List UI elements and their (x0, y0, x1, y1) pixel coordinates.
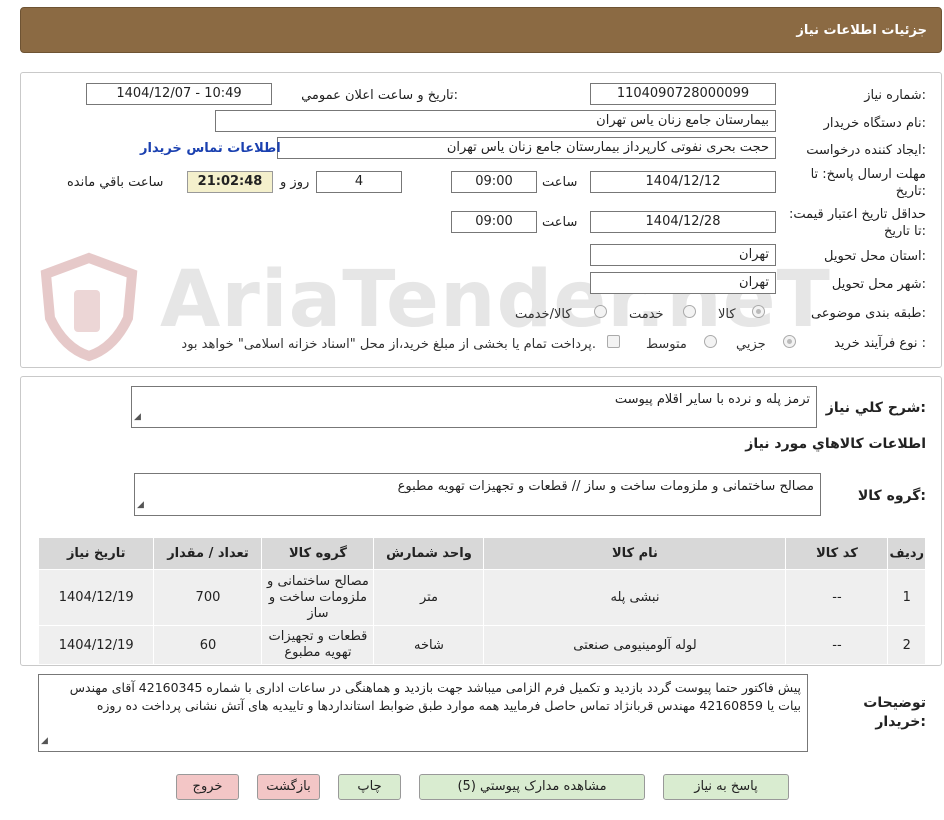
description-text: ترمز پله و نرده با سایر اقلام پیوست (614, 392, 810, 407)
validity-time-label: ساعت (542, 215, 578, 230)
deadline-time-field: 09:00 (451, 171, 537, 193)
page-header: جزئیات اطلاعات نیاز (20, 7, 942, 53)
exit-button[interactable]: خروج (176, 774, 239, 800)
category-both-radio[interactable] (594, 305, 607, 318)
col-unit: واحد شمارش (373, 537, 485, 570)
creator-label: ایجاد کننده درخواست: (806, 143, 926, 158)
cell-code: -- (785, 625, 889, 665)
goods-group-text: مصالح ساختمانی و ملزومات ساخت و ساز // ق… (397, 479, 814, 494)
back-button[interactable]: بازگشت (257, 774, 320, 800)
validity-label: حداقل تاریخ اعتبار قیمت: تا تاریخ: (788, 207, 926, 239)
need-number-label: شماره نیاز: (864, 88, 926, 103)
days-field: 4 (316, 171, 402, 193)
validity-time-field: 09:00 (451, 211, 537, 233)
reply-button[interactable]: پاسخ به نیاز (663, 774, 789, 800)
city-label: شهر محل تحویل: (831, 277, 926, 292)
deadline-label: مهلت ارسال پاسخ: تا تاریخ: (810, 167, 926, 199)
page-title: جزئیات اطلاعات نیاز (796, 23, 927, 38)
category-service-radio[interactable] (683, 305, 696, 318)
need-number-field: 1104090728000099 (590, 83, 776, 105)
cell-date: 1404/12/19 (37, 625, 155, 665)
city-field: تهران (590, 272, 776, 294)
cell-unit: متر (373, 569, 485, 626)
resize-handle-icon: ◢ (134, 412, 141, 422)
announce-label: تاریخ و ساعت اعلان عمومي: (301, 88, 458, 103)
cell-date: 1404/12/19 (37, 569, 155, 626)
province-field: تهران (590, 244, 776, 266)
col-code: کد کالا (785, 537, 889, 570)
process-minor-radio[interactable] (783, 335, 796, 348)
category-label: طبقه بندی موضوعی: (810, 306, 926, 321)
cell-qty: 700 (153, 569, 263, 626)
treasury-checkbox[interactable] (607, 335, 620, 348)
creator-field: حجت بحری نفوتی کارپرداز بیمارستان جامع ز… (277, 137, 776, 159)
goods-group-label: گروه کالا: (857, 488, 926, 504)
description-textarea[interactable]: ترمز پله و نرده با سایر اقلام پیوست ◢ (131, 386, 817, 428)
category-both-label: کالا/خدمت (515, 307, 572, 322)
goods-section-title: اطلاعات کالاهاي مورد نیاز (745, 436, 926, 452)
validity-date-field: 1404/12/28 (590, 211, 776, 233)
table-row: 1 -- نبشی پله متر مصالح ساختمانی و ملزوم… (37, 569, 926, 626)
attachments-button[interactable]: مشاهده مدارک پیوستي (5) (419, 774, 645, 800)
process-minor-label: جزیي (736, 337, 766, 352)
treasury-note: پرداخت تمام یا بخشی از مبلغ خرید،از محل … (181, 337, 596, 352)
watermark: AriaTender.neT (160, 255, 831, 345)
deadline-time-label: ساعت (542, 175, 578, 190)
table-row: 2 -- لوله آلومینیومی صنعتی شاخه قطعات و … (37, 625, 926, 665)
deadline-date-field: 1404/12/12 (590, 171, 776, 193)
buyer-field: بیمارستان جامع زنان یاس تهران (215, 110, 776, 132)
announce-field: 1404/12/07 - 10:49 (86, 83, 272, 105)
province-label: استان محل تحویل: (824, 249, 926, 264)
col-date: تاریخ نیاز (37, 537, 155, 570)
buyer-notes-text: پیش فاکتور حتما پیوست گردد بازدید و تکمی… (69, 680, 801, 713)
cell-name: لوله آلومینیومی صنعتی (483, 625, 787, 665)
cell-unit: شاخه (373, 625, 485, 665)
col-group: گروه کالا (261, 537, 375, 570)
resize-handle-icon: ◢ (137, 500, 144, 510)
category-service-label: خدمت (629, 307, 664, 322)
cell-code: -- (785, 569, 889, 626)
remaining-time-box: 21:02:48 (187, 171, 273, 193)
buyer-notes-label: توضیحات خریدار: (863, 695, 926, 730)
table-header-row: ردیف کد کالا نام کالا واحد شمارش گروه کا… (37, 537, 926, 570)
col-name: نام کالا (483, 537, 787, 570)
col-qty: تعداد / مقدار (153, 537, 263, 570)
items-table: ردیف کد کالا نام کالا واحد شمارش گروه کا… (37, 537, 926, 665)
cell-row: 1 (887, 569, 926, 626)
cell-group: مصالح ساختمانی و ملزومات ساخت و ساز (261, 569, 375, 626)
print-button[interactable]: چاپ (338, 774, 401, 800)
cell-group: قطعات و تجهیزات تهویه مطبوع (261, 625, 375, 665)
buyer-notes-textarea[interactable]: پیش فاکتور حتما پیوست گردد بازدید و تکمی… (38, 674, 808, 752)
cell-name: نبشی پله (483, 569, 787, 626)
buyer-contact-link[interactable]: اطلاعات تماس خریدار (140, 141, 281, 156)
days-label: روز و (280, 175, 310, 190)
cell-qty: 60 (153, 625, 263, 665)
cell-row: 2 (887, 625, 926, 665)
items-table-container: ردیف کد کالا نام کالا واحد شمارش گروه کا… (37, 537, 926, 665)
process-label: نوع فرآیند خرید : (834, 336, 926, 351)
remaining-label: ساعت باقي مانده (67, 175, 164, 190)
process-medium-label: متوسط (646, 337, 687, 352)
col-row: ردیف (887, 537, 926, 570)
process-medium-radio[interactable] (704, 335, 717, 348)
category-goods-radio[interactable] (752, 305, 765, 318)
goods-group-textarea[interactable]: مصالح ساختمانی و ملزومات ساخت و ساز // ق… (134, 473, 821, 516)
resize-handle-icon: ◢ (41, 736, 48, 746)
category-goods-label: کالا (718, 307, 736, 322)
buyer-label: نام دستگاه خریدار: (823, 116, 926, 131)
description-label: شرح کلي نیاز: (825, 400, 926, 416)
